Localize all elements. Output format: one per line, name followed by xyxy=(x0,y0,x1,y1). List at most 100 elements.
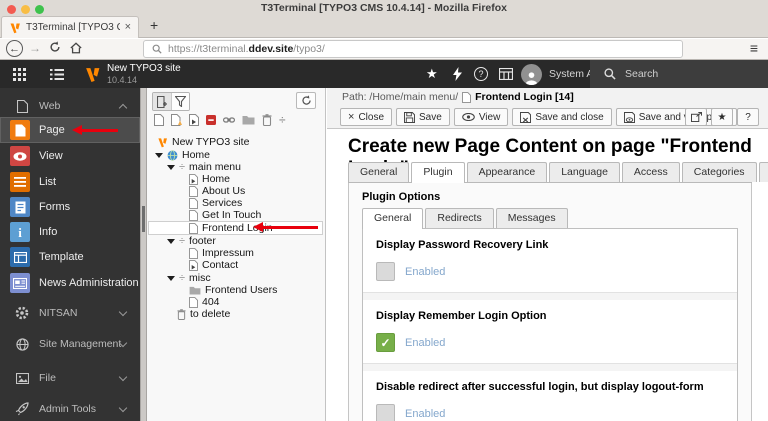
sidebar-item-list[interactable]: List xyxy=(0,169,140,195)
view-button[interactable]: View xyxy=(453,108,509,126)
sidebar-section-admin-tools[interactable]: Admin Tools xyxy=(0,396,140,421)
sidebar-item-news-administration[interactable]: News Administration xyxy=(0,270,140,296)
splitter-handle[interactable] xyxy=(142,206,145,232)
topbar-grid-icon[interactable] xyxy=(13,60,26,88)
doc-restricted-icon[interactable] xyxy=(206,114,216,126)
expand-caret[interactable] xyxy=(167,238,175,244)
tree-item-impressum[interactable]: Impressum xyxy=(148,247,323,259)
checkbox-label[interactable]: Enabled xyxy=(405,337,445,349)
divider-icon: ÷ xyxy=(179,234,186,247)
tab-categories[interactable]: Categories xyxy=(681,162,757,182)
expand-caret[interactable] xyxy=(167,275,175,281)
filter-button[interactable] xyxy=(171,93,189,110)
sidebar-section-site-management[interactable]: Site Management xyxy=(0,331,140,357)
doc-shortcut-icon[interactable] xyxy=(189,114,199,126)
browser-tab-title: T3Terminal [TYPO3 CMS xyxy=(26,22,120,33)
sidebar-section-file[interactable]: File xyxy=(0,365,140,391)
doc-standard-icon[interactable] xyxy=(154,114,164,126)
expand-caret[interactable] xyxy=(167,164,175,170)
firefox-menu-icon[interactable]: ≡ xyxy=(750,40,758,56)
tab-appearance[interactable]: Appearance xyxy=(466,162,548,182)
doc-warning-icon[interactable] xyxy=(171,114,182,126)
checkbox-disable-redirect[interactable] xyxy=(376,404,395,421)
tree-item-home[interactable]: Home xyxy=(148,173,323,185)
sidebar-item-info[interactable]: i Info xyxy=(0,219,140,245)
close-button[interactable]: × Close xyxy=(340,108,393,126)
subtab-redirects[interactable]: Redirects xyxy=(425,208,494,228)
divider-page-icon[interactable]: ÷ xyxy=(279,114,286,126)
browser-tab[interactable]: T3Terminal [TYPO3 CMS × xyxy=(1,16,139,38)
doc-icon xyxy=(189,197,198,209)
bookmarks-star-icon[interactable]: ★ xyxy=(426,60,438,88)
new-tab-button[interactable]: + xyxy=(150,17,158,33)
tree-item-to-delete[interactable]: to delete xyxy=(148,308,323,320)
subtab-general[interactable]: General xyxy=(362,208,424,229)
tree-item-get-in-touch[interactable]: Get In Touch xyxy=(148,209,323,221)
save-button[interactable]: Save xyxy=(396,108,450,126)
page-type-icons-row: ÷ xyxy=(154,114,286,126)
tab-close-icon[interactable]: × xyxy=(125,22,131,33)
page-tree-panel: ÷ New TYPO3 site Home ÷ main menu Home A… xyxy=(147,88,326,421)
forms-module-icon xyxy=(10,197,30,217)
doc-icon xyxy=(189,185,198,197)
tree-item-home-root[interactable]: Home xyxy=(148,149,323,161)
link-icon[interactable] xyxy=(223,116,235,124)
help-button[interactable]: ? xyxy=(737,108,759,126)
tab-general[interactable]: General xyxy=(348,162,410,182)
trash-icon[interactable] xyxy=(262,114,272,126)
news-module-icon xyxy=(10,273,30,293)
tab-notes[interactable]: Notes xyxy=(758,162,768,182)
sidebar-item-template[interactable]: Template xyxy=(0,244,140,270)
tree-item-misc[interactable]: ÷ misc xyxy=(148,272,323,284)
open-in-new-window-button[interactable] xyxy=(685,108,707,126)
sidebar-item-view[interactable]: View xyxy=(0,143,140,169)
checkbox-label[interactable]: Enabled xyxy=(405,266,445,278)
sidebar-item-forms[interactable]: Forms xyxy=(0,194,140,220)
expand-caret[interactable] xyxy=(155,152,163,158)
tree-item-contact[interactable]: Contact xyxy=(148,259,323,271)
url-bar[interactable]: https://t3terminal.ddev.site/typo3/ xyxy=(143,40,683,58)
refresh-button[interactable] xyxy=(296,92,316,109)
tree-item-footer[interactable]: ÷ footer xyxy=(148,235,323,247)
panel-splitter[interactable] xyxy=(140,88,147,421)
tree-item-404[interactable]: 404 xyxy=(148,296,323,308)
new-page-button[interactable] xyxy=(153,93,171,110)
tree-item-about-us[interactable]: About Us xyxy=(148,185,323,197)
subtab-messages[interactable]: Messages xyxy=(495,208,568,228)
clear-cache-bolt-icon[interactable] xyxy=(453,60,462,88)
info-module-icon: i xyxy=(10,222,30,242)
save-and-close-button[interactable]: Save and close xyxy=(512,108,612,126)
tree-item-root[interactable]: New TYPO3 site xyxy=(148,136,323,148)
checkbox-remember-login[interactable]: ✓ xyxy=(376,333,395,352)
typo3-version: 10.4.14 xyxy=(107,74,138,85)
globe-icon xyxy=(14,337,30,351)
module-grid-icon[interactable] xyxy=(499,60,513,88)
checkbox-password-recovery[interactable] xyxy=(376,262,395,281)
tab-access[interactable]: Access xyxy=(621,162,680,182)
tree-item-main-menu[interactable]: ÷ main menu xyxy=(148,161,323,173)
topbar-list-icon[interactable] xyxy=(50,60,64,88)
tree-item-frontend-users[interactable]: Frontend Users xyxy=(148,284,323,296)
bookmark-star-button[interactable]: ★ xyxy=(711,108,733,126)
back-button[interactable]: ← xyxy=(6,40,23,57)
tree-item-services[interactable]: Services xyxy=(148,197,323,209)
typo3-logo[interactable] xyxy=(84,60,101,88)
sidebar-section-nitsan[interactable]: NITSAN xyxy=(0,300,140,326)
home-button[interactable] xyxy=(70,42,82,54)
site-name: New TYPO3 site xyxy=(107,63,181,75)
tab-language[interactable]: Language xyxy=(549,162,620,182)
sidebar-section-web[interactable]: Web xyxy=(0,93,140,119)
help-icon[interactable]: ? xyxy=(474,60,488,88)
sidebar-item-page[interactable]: Page xyxy=(0,117,140,143)
folder-icon[interactable] xyxy=(242,115,255,125)
image-icon xyxy=(14,372,30,384)
chevron-down-icon xyxy=(118,372,128,382)
checkbox-label[interactable]: Enabled xyxy=(405,408,445,420)
topbar-search[interactable]: Search xyxy=(590,60,768,88)
reload-button[interactable] xyxy=(49,41,61,53)
tree-toolbar-group xyxy=(152,92,190,111)
content-area: Path: /Home/main menu/ Frontend Login [1… xyxy=(327,88,768,421)
tab-plugin[interactable]: Plugin xyxy=(411,162,465,183)
user-avatar[interactable] xyxy=(521,60,542,88)
forward-button[interactable]: → xyxy=(29,42,41,54)
